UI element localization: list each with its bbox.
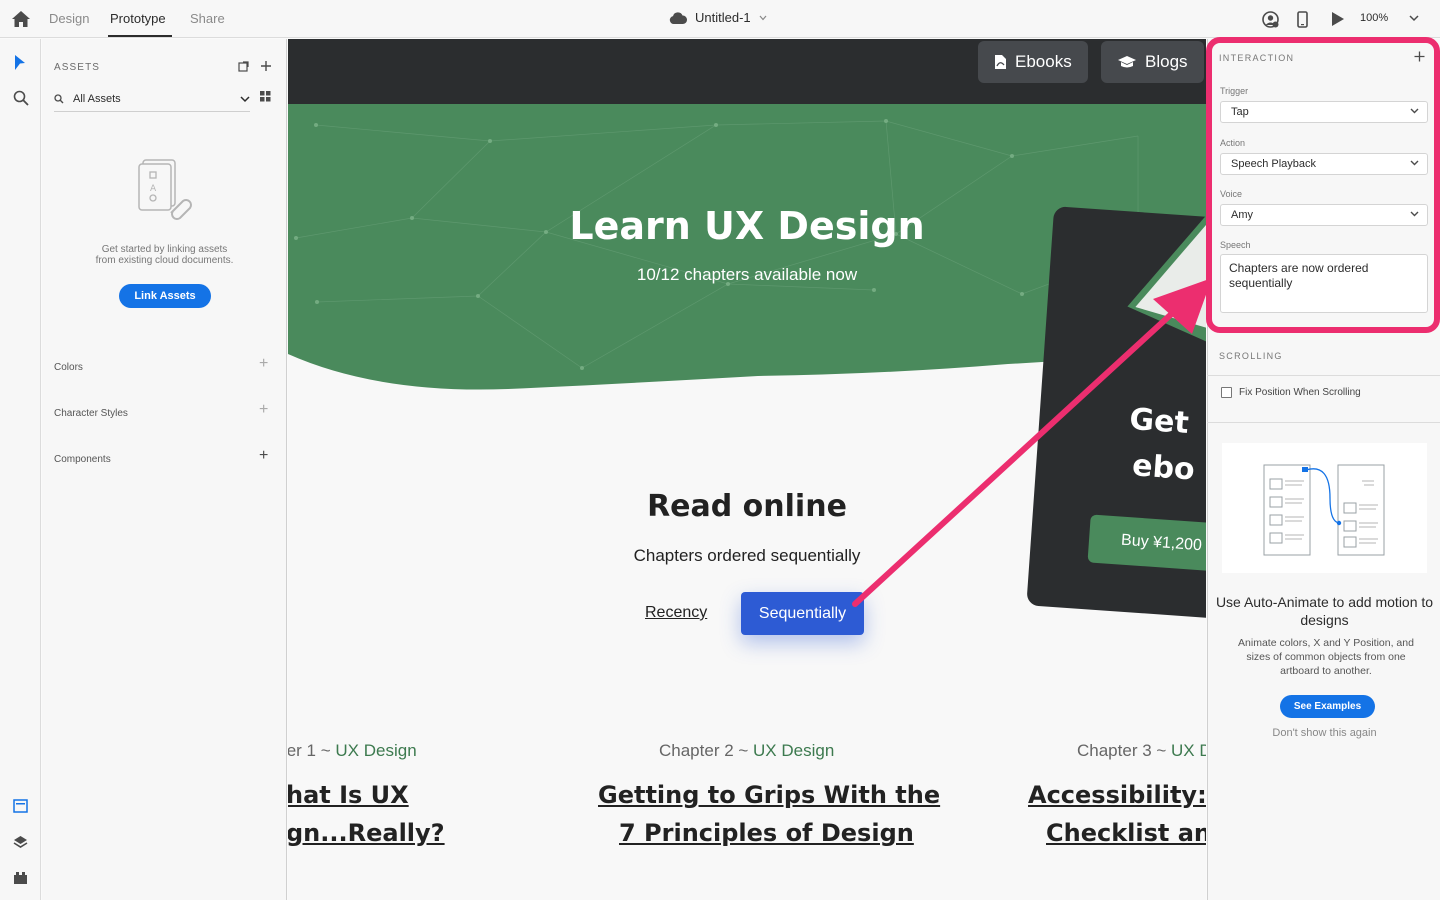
character-styles-section[interactable]: Character Styles	[54, 408, 128, 419]
link-assets-button[interactable]: Link Assets	[119, 284, 211, 308]
chapter-2-title-line-1[interactable]: Getting to Grips With the	[598, 781, 940, 809]
open-library-icon[interactable]	[238, 61, 249, 72]
add-color-icon[interactable]: +	[259, 355, 268, 373]
chapter-3-topic: UX D	[1171, 741, 1206, 760]
add-component-icon[interactable]: +	[259, 447, 268, 465]
ebook-cover-image	[1127, 193, 1206, 355]
zoom-level[interactable]: 100%	[1360, 12, 1388, 24]
top-bar: Design Prototype Share Untitled-1 100%	[0, 0, 1440, 38]
read-online-title: Read online	[647, 489, 847, 524]
active-tab-indicator	[108, 35, 172, 37]
zoom-chevron-icon[interactable]	[1409, 15, 1419, 22]
blogs-nav-chip[interactable]: Blogs	[1101, 41, 1204, 83]
chapter-1-label: ter 1 ~ UX Design	[288, 741, 417, 761]
tab-design[interactable]: Design	[49, 11, 89, 26]
scrolling-section-title: SCROLLING	[1219, 351, 1283, 361]
read-online-subtitle: Chapters ordered sequentially	[633, 546, 861, 565]
document-title-label: Untitled-1	[695, 10, 751, 25]
sort-recency-link[interactable]: Recency	[645, 604, 707, 622]
chapter-2-title-line-2[interactable]: 7 Principles of Design	[619, 819, 914, 847]
colors-section[interactable]: Colors	[54, 362, 83, 373]
ebook-heading-line-1: Get	[1128, 401, 1190, 441]
chapter-2-prefix: Chapter 2 ~	[659, 741, 754, 760]
pdf-file-icon	[995, 55, 1006, 69]
search-icon[interactable]	[13, 90, 29, 106]
add-asset-icon[interactable]	[260, 60, 272, 72]
search-icon	[54, 94, 64, 104]
dont-show-again-link[interactable]: Don't show this again	[1208, 727, 1440, 739]
auto-animate-illustration	[1222, 443, 1427, 573]
chapter-3-label: Chapter 3 ~ UX D	[1077, 741, 1206, 761]
left-toolbar	[0, 39, 41, 900]
chapter-3-title-line-2[interactable]: Checklist and	[1046, 819, 1206, 847]
chapter-1-prefix: ter 1 ~	[288, 741, 331, 760]
see-examples-button[interactable]: See Examples	[1280, 695, 1375, 718]
graduation-cap-icon	[1118, 56, 1136, 68]
chapter-2-topic: UX Design	[753, 741, 835, 760]
design-canvas[interactable]: Ebooks Blogs Learn UX Design 10/12 chapt…	[288, 39, 1206, 900]
add-character-style-icon[interactable]: +	[259, 401, 268, 419]
select-arrow-icon[interactable]	[14, 54, 26, 71]
empty-assets-line-2: from existing cloud documents.	[95, 255, 234, 266]
sort-sequentially-button[interactable]: Sequentially	[741, 592, 864, 635]
device-preview-icon[interactable]	[1297, 11, 1308, 28]
document-title[interactable]: Untitled-1	[669, 10, 767, 25]
user-icon[interactable]	[1262, 11, 1279, 28]
chevron-down-icon	[240, 95, 250, 102]
ebooks-nav-chip[interactable]: Ebooks	[978, 41, 1088, 83]
components-section[interactable]: Components	[54, 454, 111, 465]
fix-position-checkbox[interactable]	[1221, 387, 1232, 398]
blogs-label: Blogs	[1145, 52, 1188, 71]
svg-text:A: A	[150, 184, 157, 194]
home-icon[interactable]	[11, 10, 31, 28]
ebooks-label: Ebooks	[1015, 52, 1072, 71]
tab-share[interactable]: Share	[190, 11, 225, 26]
chevron-down-icon	[759, 15, 767, 20]
linked-assets-icon: A	[138, 159, 192, 220]
play-icon[interactable]	[1331, 11, 1345, 27]
tab-prototype[interactable]: Prototype	[110, 11, 166, 26]
ebook-heading-line-2: ebo	[1131, 448, 1196, 488]
tip-divider	[1207, 422, 1440, 423]
chapter-1-topic: UX Design	[335, 741, 417, 760]
tip-title: Use Auto-Animate to add motion to design…	[1215, 594, 1434, 628]
interaction-highlight-box	[1206, 37, 1440, 333]
grid-view-icon[interactable]	[260, 91, 271, 102]
assets-title: ASSETS	[54, 62, 101, 73]
plugins-icon[interactable]	[13, 871, 28, 885]
empty-assets-line-1: Get started by linking assets	[101, 244, 228, 255]
artboard-icon[interactable]	[13, 799, 28, 813]
chapter-2-label: Chapter 2 ~ UX Design	[659, 741, 834, 761]
tip-body: Animate colors, X and Y Position, and si…	[1238, 637, 1414, 677]
empty-assets-message: Get started by linking assets from exist…	[42, 244, 287, 266]
scrolling-divider	[1207, 375, 1440, 376]
asset-filter-label: All Assets	[73, 93, 121, 105]
chapter-1-title-line-2[interactable]: gn...Really?	[288, 819, 445, 847]
layers-icon[interactable]	[13, 835, 28, 849]
assets-panel: ASSETS All Assets A Get started by linki…	[42, 39, 287, 900]
chapter-3-title-line-1[interactable]: Accessibility: W	[1028, 781, 1206, 809]
asset-filter[interactable]: All Assets	[54, 87, 250, 112]
fix-position-label: Fix Position When Scrolling	[1239, 387, 1361, 398]
chapter-3-prefix: Chapter 3 ~	[1077, 741, 1172, 760]
cloud-icon	[669, 11, 687, 24]
chapter-1-title-line-1[interactable]: hat Is UX	[288, 781, 409, 809]
